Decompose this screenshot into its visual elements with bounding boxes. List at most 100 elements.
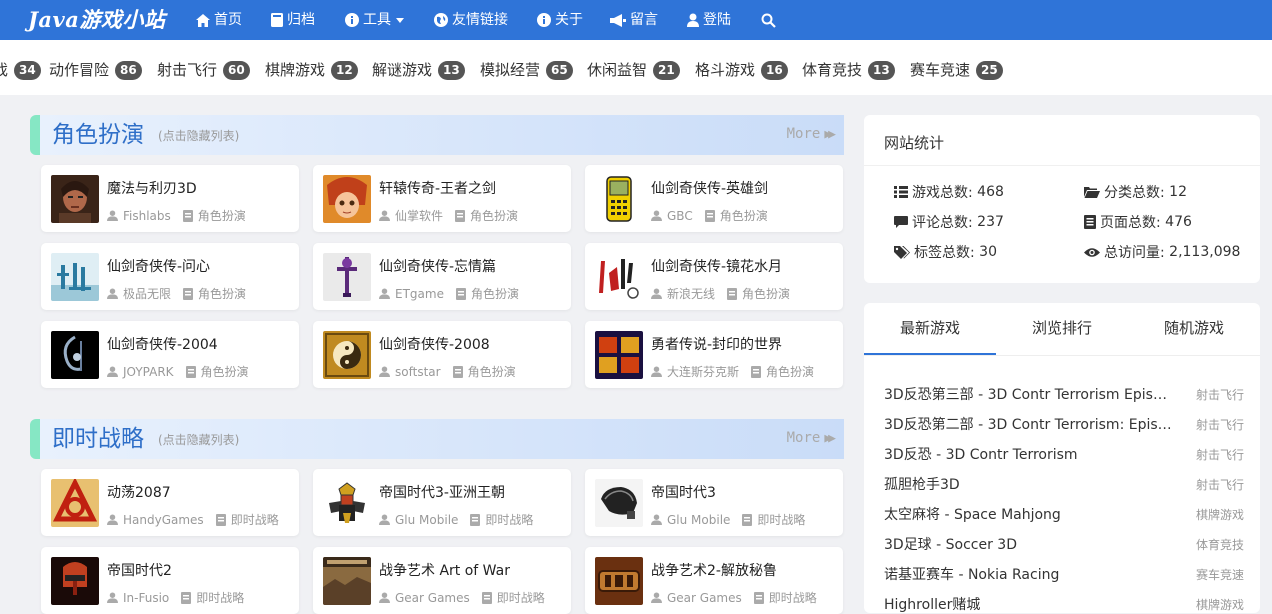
game-title[interactable]: 仙剑奇侠传-2004 [107, 334, 218, 354]
category-item[interactable]: 体育竞技 13 [802, 59, 895, 81]
game-title[interactable]: 魔法与利刃3D [107, 178, 197, 198]
game-title[interactable]: 帝国时代3-亚洲王朝 [379, 482, 505, 502]
category-item[interactable]: 休闲益智 21 [587, 59, 680, 81]
section-more-link[interactable]: More ▶▶ [787, 430, 836, 446]
section-header-rpg[interactable]: 角色扮演 (点击隐藏列表) More ▶▶ [30, 115, 844, 155]
latest-game-category[interactable]: 棋牌游戏 [1196, 506, 1244, 523]
game-title[interactable]: 动荡2087 [107, 482, 171, 502]
site-logo[interactable]: Java游戏小站 [28, 5, 165, 35]
game-title[interactable]: 战争艺术2-解放秘鲁 [651, 560, 777, 580]
nav-tools[interactable]: 工具 [345, 10, 404, 30]
game-title[interactable]: 仙剑奇侠传-英雄剑 [651, 178, 768, 198]
latest-game-title[interactable]: 诺基亚赛车 - Nokia Racing [884, 564, 1059, 584]
list-item[interactable]: 太空麻将 - Space Mahjong 棋牌游戏 [884, 504, 1244, 524]
game-category[interactable]: 即时战略 [757, 511, 805, 528]
category-item[interactable]: 射击飞行 60 [157, 59, 250, 81]
game-card[interactable]: 仙剑奇侠传-忘情篇 ETgame 角色扮演 [313, 243, 571, 310]
category-item[interactable]: 棋牌游戏 12 [265, 59, 358, 81]
game-title[interactable]: 仙剑奇侠传-忘情篇 [379, 256, 496, 276]
game-category[interactable]: 角色扮演 [201, 363, 249, 380]
game-card[interactable]: 帝国时代3-亚洲王朝 Glu Mobile 即时战略 [313, 469, 571, 536]
latest-game-category[interactable]: 体育竞技 [1196, 536, 1244, 553]
game-title[interactable]: 仙剑奇侠传-镜花水月 [651, 256, 782, 276]
latest-game-title[interactable]: 3D足球 - Soccer 3D [884, 534, 1017, 554]
category-item[interactable]: 戏 34 [0, 59, 41, 81]
tab-view-ranking[interactable]: 浏览排行 [996, 317, 1128, 338]
game-card[interactable]: 勇者传说-封印的世界 大连斯芬克斯 角色扮演 [585, 321, 843, 388]
game-category[interactable]: 即时战略 [769, 589, 817, 606]
nav-search-button[interactable] [761, 10, 780, 30]
game-author: Glu Mobile [667, 512, 731, 527]
nav-login[interactable]: 登陆 [687, 10, 731, 30]
list-item[interactable]: 3D反恐第三部 - 3D Contr Terrorism Episo... 射击飞… [884, 384, 1244, 404]
game-title[interactable]: 帝国时代2 [107, 560, 172, 580]
category-item[interactable]: 模拟经营 65 [480, 59, 573, 81]
latest-game-title[interactable]: 3D反恐第二部 - 3D Contr Terrorism: Episo... [884, 414, 1174, 434]
list-item[interactable]: 3D反恐第二部 - 3D Contr Terrorism: Episo... 射击… [884, 414, 1244, 434]
nav-archive[interactable]: 归档 [271, 10, 315, 30]
latest-game-title[interactable]: 3D反恐第三部 - 3D Contr Terrorism Episo... [884, 384, 1174, 404]
game-title[interactable]: 勇者传说-封印的世界 [651, 334, 782, 354]
section-header-rts[interactable]: 即时战略 (点击隐藏列表) More ▶▶ [30, 419, 844, 459]
list-item[interactable]: 3D足球 - Soccer 3D 体育竞技 [884, 534, 1244, 554]
game-category[interactable]: 角色扮演 [468, 363, 516, 380]
game-category[interactable]: 角色扮演 [742, 285, 790, 302]
tab-random-games[interactable]: 随机游戏 [1128, 317, 1260, 338]
game-card[interactable]: 动荡2087 HandyGames 即时战略 [41, 469, 299, 536]
category-item[interactable]: 动作冒险 86 [49, 59, 142, 81]
section-more-link[interactable]: More ▶▶ [787, 126, 836, 142]
game-card[interactable]: 帝国时代3 Glu Mobile 即时战略 [585, 469, 843, 536]
game-title[interactable]: 帝国时代3 [651, 482, 716, 502]
game-category[interactable]: 角色扮演 [198, 285, 246, 302]
site-stats-panel: 网站统计 游戏总数: 468 分类总数: 12 评论总数: 237 页面总数: … [864, 115, 1260, 283]
tags-icon [894, 245, 910, 259]
latest-game-category[interactable]: 射击飞行 [1196, 476, 1244, 493]
category-item[interactable]: 赛车竞速 25 [910, 59, 1003, 81]
nav-about[interactable]: 关于 [537, 10, 583, 30]
game-card[interactable]: 仙剑奇侠传-2008 softstar 角色扮演 [313, 321, 571, 388]
latest-game-category[interactable]: 射击飞行 [1196, 446, 1244, 463]
latest-game-title[interactable]: 太空麻将 - Space Mahjong [884, 504, 1061, 524]
game-category[interactable]: 即时战略 [196, 589, 244, 606]
list-item[interactable]: 3D反恐 - 3D Contr Terrorism 射击飞行 [884, 444, 1244, 464]
game-category[interactable]: 即时战略 [497, 589, 545, 606]
latest-game-title[interactable]: 孤胆枪手3D [884, 474, 960, 494]
latest-game-category[interactable]: 棋牌游戏 [1196, 596, 1244, 613]
section-hide-hint[interactable]: (点击隐藏列表) [158, 431, 239, 448]
nav-guestbook[interactable]: 留言 [610, 10, 658, 30]
stat-pages-total: 页面总数: 476 [1084, 212, 1192, 232]
game-category[interactable]: 即时战略 [231, 511, 279, 528]
tab-latest-games[interactable]: 最新游戏 [864, 317, 996, 338]
game-card[interactable]: 轩辕传奇-王者之剑 仙掌软件 角色扮演 [313, 165, 571, 232]
nav-friend-links[interactable]: 友情链接 [434, 10, 508, 30]
nav-home[interactable]: 首页 [196, 10, 242, 30]
game-meta: GBC 角色扮演 [651, 207, 768, 224]
list-item[interactable]: 诺基亚赛车 - Nokia Racing 赛车竞速 [884, 564, 1244, 584]
game-card[interactable]: 仙剑奇侠传-镜花水月 新浪无线 角色扮演 [585, 243, 843, 310]
list-item[interactable]: 孤胆枪手3D 射击飞行 [884, 474, 1244, 494]
game-category[interactable]: 即时战略 [485, 511, 533, 528]
game-card[interactable]: 仙剑奇侠传-英雄剑 GBC 角色扮演 [585, 165, 843, 232]
game-category[interactable]: 角色扮演 [471, 285, 519, 302]
game-title[interactable]: 轩辕传奇-王者之剑 [379, 178, 496, 198]
game-title[interactable]: 战争艺术 Art of War [379, 560, 510, 580]
game-card[interactable]: 仙剑奇侠传-2004 JOYPARK 角色扮演 [41, 321, 299, 388]
category-item[interactable]: 格斗游戏 16 [695, 59, 788, 81]
latest-game-title[interactable]: Highroller赌城 [884, 594, 980, 614]
game-category[interactable]: 角色扮演 [766, 363, 814, 380]
category-item[interactable]: 解谜游戏 13 [372, 59, 465, 81]
game-title[interactable]: 仙剑奇侠传-问心 [107, 256, 210, 276]
game-category[interactable]: 角色扮演 [198, 207, 246, 224]
game-category[interactable]: 角色扮演 [470, 207, 518, 224]
latest-game-title[interactable]: 3D反恐 - 3D Contr Terrorism [884, 444, 1078, 464]
section-hide-hint[interactable]: (点击隐藏列表) [158, 127, 239, 144]
game-category[interactable]: 角色扮演 [720, 207, 768, 224]
list-item[interactable]: Highroller赌城 棋牌游戏 [884, 594, 1244, 614]
latest-game-category[interactable]: 射击飞行 [1196, 386, 1244, 403]
latest-game-category[interactable]: 赛车竞速 [1196, 566, 1244, 583]
game-card[interactable]: 仙剑奇侠传-问心 极品无限 角色扮演 [41, 243, 299, 310]
game-title[interactable]: 仙剑奇侠传-2008 [379, 334, 490, 354]
game-card[interactable]: 魔法与利刃3D Fishlabs 角色扮演 [41, 165, 299, 232]
latest-game-category[interactable]: 射击飞行 [1196, 416, 1244, 433]
game-meta: 新浪无线 角色扮演 [651, 285, 790, 302]
